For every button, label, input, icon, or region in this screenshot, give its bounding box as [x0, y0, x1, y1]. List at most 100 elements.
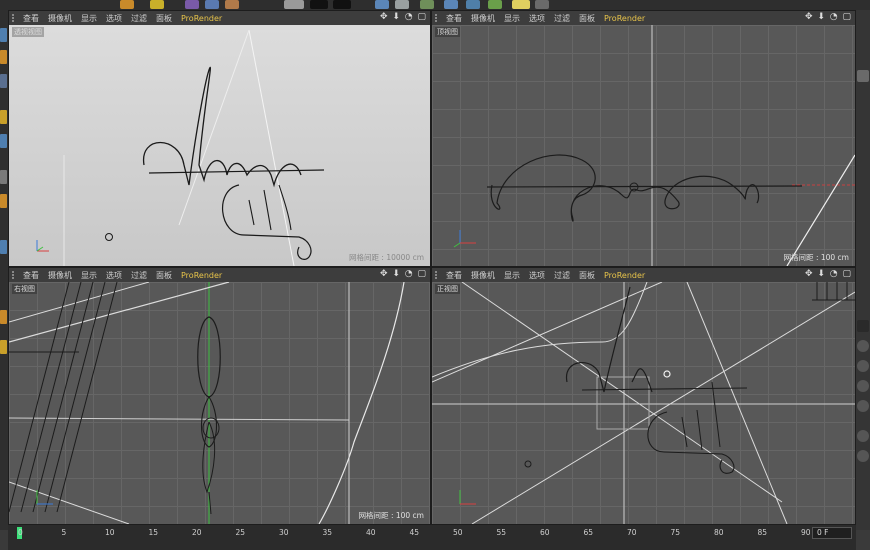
radio-icon[interactable] [857, 380, 869, 392]
perspective-scene [36, 29, 325, 266]
timeline-tick-label: 10 [105, 528, 115, 537]
timeline-tick-label: 65 [583, 528, 594, 537]
toolbar-button[interactable] [420, 0, 434, 9]
radio-icon[interactable] [857, 430, 869, 442]
menu-camera[interactable]: 摄像机 [471, 270, 495, 281]
grid-spacing-label: 网格间距 : 100 cm [783, 253, 849, 262]
viewport-controls[interactable]: ✥ ⬇ ◔ ▢ [380, 12, 427, 22]
menu-filter[interactable]: 过滤 [131, 13, 147, 24]
timeline-tick-label: 25 [235, 528, 246, 537]
drag-grip-icon[interactable] [12, 271, 20, 279]
front-scene [432, 282, 855, 524]
menu-options[interactable]: 选项 [529, 13, 545, 24]
viewport-label: 透视视图 [12, 27, 44, 37]
timeline-tick-label: 35 [322, 528, 333, 537]
menu-panel[interactable]: 面板 [156, 13, 172, 24]
menu-filter[interactable]: 过滤 [554, 13, 570, 24]
current-frame-field[interactable]: 0 F [812, 527, 852, 539]
menu-prorender[interactable]: ProRender [181, 14, 222, 23]
timeline-tick-label: 20 [192, 528, 202, 537]
toolbar-button[interactable] [512, 0, 530, 9]
drag-grip-icon[interactable] [435, 271, 443, 279]
panel-button[interactable] [857, 320, 869, 332]
tool-icon[interactable] [0, 310, 7, 324]
timeline[interactable]: 0 5 10 15 20 25 30 35 40 45 50 55 60 65 70 75 80 85 90 0 F [8, 525, 856, 550]
viewport-front[interactable]: 查看 摄像机 显示 选项 过滤 面板 ProRender ✥ ⬇ ◔ ▢ 正视图 [431, 267, 856, 525]
play-icon[interactable] [333, 0, 351, 9]
drag-grip-icon[interactable] [435, 14, 443, 22]
top-scene [453, 25, 855, 266]
menu-panel[interactable]: 面板 [579, 13, 595, 24]
menu-prorender[interactable]: ProRender [604, 14, 645, 23]
menu-view[interactable]: 查看 [446, 13, 462, 24]
menu-panel[interactable]: 面板 [579, 270, 595, 281]
main-toolbar [0, 0, 870, 10]
tool-icon[interactable] [0, 340, 7, 354]
menu-panel[interactable]: 面板 [156, 270, 172, 281]
viewport-controls[interactable]: ✥ ⬇ ◔ ▢ [380, 269, 427, 279]
toolbar-button[interactable] [488, 0, 502, 9]
radio-icon[interactable] [857, 360, 869, 372]
menu-display[interactable]: 显示 [504, 270, 520, 281]
viewport-menu: 查看 摄像机 显示 选项 过滤 面板 ProRender [9, 268, 430, 282]
toolbar-button[interactable] [185, 0, 199, 9]
menu-filter[interactable]: 过滤 [131, 270, 147, 281]
timeline-tick-label: 55 [496, 528, 507, 537]
radio-icon[interactable] [857, 450, 869, 462]
panel-button[interactable] [857, 70, 869, 82]
menu-filter[interactable]: 过滤 [554, 270, 570, 281]
tool-icon[interactable] [0, 194, 7, 208]
viewport-label: 顶视图 [435, 27, 460, 37]
viewport-perspective[interactable]: 查看 摄像机 显示 选项 过滤 面板 ProRender ✥ ⬇ ◔ ▢ 透视视… [8, 10, 431, 267]
toolbar-button[interactable] [395, 0, 409, 9]
menu-options[interactable]: 选项 [529, 270, 545, 281]
viewport-canvas[interactable] [9, 25, 430, 266]
tool-icon[interactable] [0, 28, 7, 42]
toolbar-button[interactable] [444, 0, 458, 9]
timeline-tick-label: 45 [409, 528, 420, 537]
toolbar-button[interactable] [284, 0, 304, 9]
viewport-menu: 查看 摄像机 显示 选项 过滤 面板 ProRender [9, 11, 430, 25]
menu-options[interactable]: 选项 [106, 270, 122, 281]
viewport-controls[interactable]: ✥ ⬇ ◔ ▢ [805, 12, 852, 22]
toolbar-button[interactable] [120, 0, 134, 9]
tool-icon[interactable] [0, 110, 7, 124]
viewport-canvas[interactable] [432, 25, 855, 266]
tool-icon[interactable] [0, 170, 7, 184]
radio-icon[interactable] [857, 400, 869, 412]
radio-icon[interactable] [857, 340, 869, 352]
tool-icon[interactable] [0, 240, 7, 254]
menu-camera[interactable]: 摄像机 [471, 13, 495, 24]
viewport-top[interactable]: 查看 摄像机 显示 选项 过滤 面板 ProRender ✥ ⬇ ◔ ▢ 顶视图… [431, 10, 856, 267]
menu-view[interactable]: 查看 [23, 270, 39, 281]
menu-prorender[interactable]: ProRender [604, 271, 645, 280]
viewport-canvas[interactable] [9, 282, 430, 524]
viewport-canvas[interactable] [432, 282, 855, 524]
menu-options[interactable]: 选项 [106, 13, 122, 24]
toolbar-button[interactable] [466, 0, 480, 9]
toolbar-button[interactable] [225, 0, 239, 9]
tool-icon[interactable] [0, 134, 7, 148]
viewport-controls[interactable]: ✥ ⬇ ◔ ▢ [805, 269, 852, 279]
tool-icon[interactable] [0, 50, 7, 64]
menu-display[interactable]: 显示 [504, 13, 520, 24]
drag-grip-icon[interactable] [12, 14, 20, 22]
toolbar-button[interactable] [150, 0, 164, 9]
menu-view[interactable]: 查看 [446, 270, 462, 281]
menu-prorender[interactable]: ProRender [181, 271, 222, 280]
menu-camera[interactable]: 摄像机 [48, 13, 72, 24]
toolbar-button[interactable] [205, 0, 219, 9]
play-icon[interactable] [310, 0, 328, 9]
menu-display[interactable]: 显示 [81, 13, 97, 24]
timeline-tick-label: 90 [801, 528, 811, 537]
menu-display[interactable]: 显示 [81, 270, 97, 281]
timeline-tick-label: 5 [61, 528, 67, 537]
menu-camera[interactable]: 摄像机 [48, 270, 72, 281]
toolbar-button[interactable] [375, 0, 389, 9]
timeline-tick-label: 85 [757, 528, 768, 537]
menu-view[interactable]: 查看 [23, 13, 39, 24]
tool-icon[interactable] [0, 74, 7, 88]
timeline-tick-label: 15 [148, 528, 159, 537]
toolbar-button[interactable] [535, 0, 549, 9]
viewport-right[interactable]: 查看 摄像机 显示 选项 过滤 面板 ProRender ✥ ⬇ ◔ ▢ 右视图… [8, 267, 431, 525]
